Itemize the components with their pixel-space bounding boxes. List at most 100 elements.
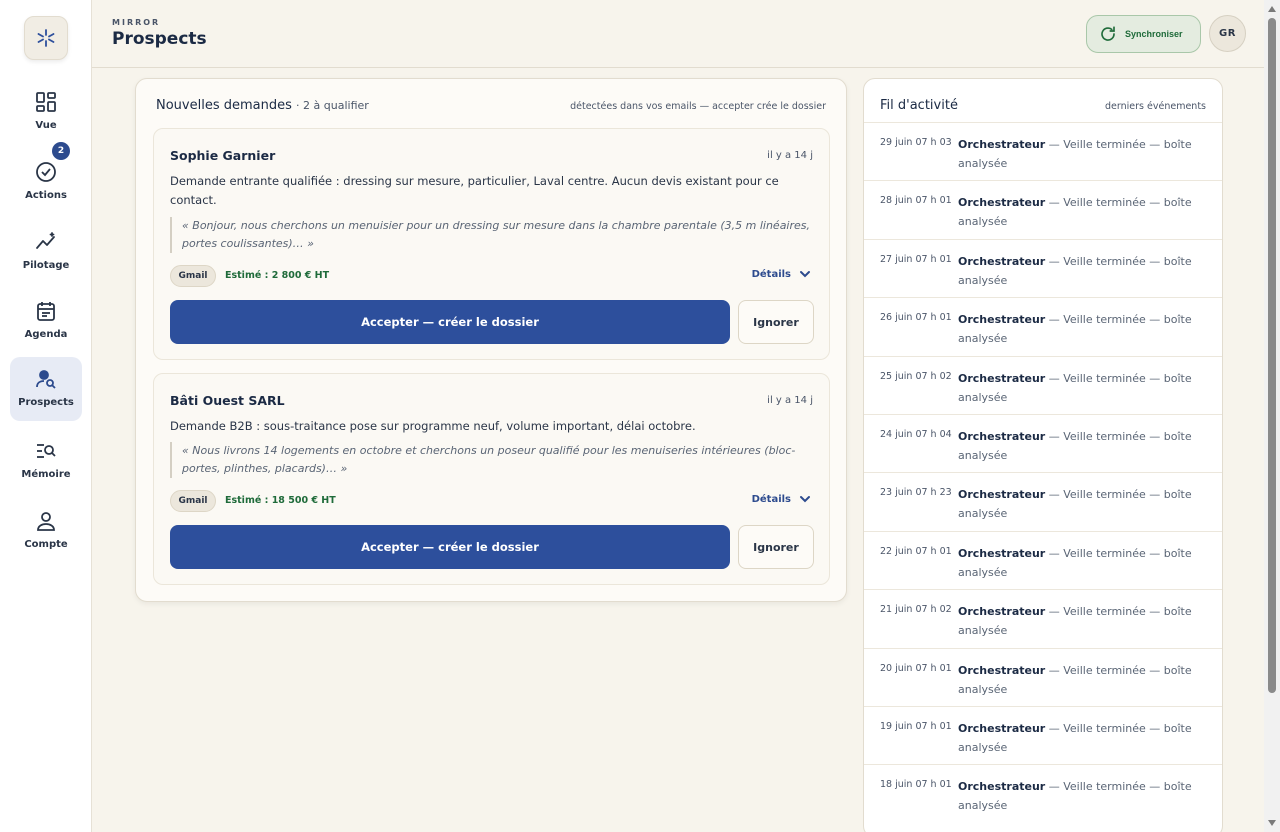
request-description: Demande B2B : sous-traitance pose sur pr… xyxy=(170,419,696,433)
activity-hint: derniers événements xyxy=(1105,101,1206,112)
request-card: Bâti Ouest SARL il y a 14 j Demande B2B … xyxy=(153,373,830,585)
activity-time: 20 juin 07 h 01 xyxy=(880,662,952,674)
activity-time: 29 juin 07 h 03 xyxy=(880,137,952,148)
scroll-down-arrow-icon[interactable] xyxy=(1268,820,1276,826)
details-label: Détails xyxy=(751,493,791,505)
page-title: Prospects xyxy=(112,29,207,49)
sidebar: Vue 2 Actions Pilotage Agenda Prospects xyxy=(0,0,92,832)
list-search-icon xyxy=(37,444,56,458)
activity-actor: Orchestrateur xyxy=(958,429,1046,443)
user-search-icon xyxy=(36,370,56,389)
estimate-label: Estimé : 2 800 € HT xyxy=(225,270,330,281)
activity-time: 28 juin 07 h 01 xyxy=(880,195,952,207)
activity-actor: Orchestrateur xyxy=(958,488,1046,502)
sidebar-item-pilotage[interactable]: Pilotage xyxy=(10,220,82,284)
requests-count: · 2 à qualifier xyxy=(296,99,369,112)
activity-text: Orchestrateur — Veille terminée — boîte … xyxy=(958,777,1208,815)
sidebar-item-label: Prospects xyxy=(18,397,74,408)
activity-text: Orchestrateur — Veille terminée — boîte … xyxy=(958,427,1208,465)
activity-text: Orchestrateur — Veille terminée — boîte … xyxy=(958,602,1208,640)
activity-item: 19 juin 07 h 01 Orchestrateur — Veille te… xyxy=(864,705,1222,764)
request-name: Sophie Garnier xyxy=(170,148,276,163)
requests-title: Nouvelles demandes xyxy=(156,98,292,113)
activity-list: 29 juin 07 h 03 Orchestrateur — Veille te… xyxy=(864,122,1222,823)
brand-name: MIRROR xyxy=(112,18,161,27)
user-icon xyxy=(37,512,55,531)
activity-time: 25 juin 07 h 02 xyxy=(880,370,952,382)
refresh-icon xyxy=(1101,26,1115,41)
sync-button-label: Synchroniser xyxy=(1125,29,1183,39)
accept-button[interactable]: Accepter — créer le dossier xyxy=(170,525,730,569)
avatar[interactable]: GR xyxy=(1209,15,1246,52)
page-scrollbar[interactable] xyxy=(1264,0,1280,832)
details-label: Détails xyxy=(751,268,791,280)
activity-item: 21 juin 07 h 02 Orchestrateur — Veille te… xyxy=(864,589,1222,647)
activity-time: 26 juin 07 h 01 xyxy=(880,312,952,324)
scroll-up-arrow-icon[interactable] xyxy=(1268,6,1276,12)
request-card: Sophie Garnier il y a 14 j Demande entra… xyxy=(153,128,830,360)
new-requests-panel: Nouvelles demandes · 2 à qualifier détec… xyxy=(135,78,847,602)
sync-button[interactable]: Synchroniser xyxy=(1086,15,1201,53)
activity-item: 29 juin 07 h 03 Orchestrateur — Veille te… xyxy=(864,122,1222,180)
activity-item: 22 juin 07 h 01 Orchestrateur — Veille te… xyxy=(864,530,1222,589)
activity-actor: Orchestrateur xyxy=(958,721,1046,735)
app-logo-button[interactable] xyxy=(24,16,68,60)
sidebar-item-label: Pilotage xyxy=(22,260,70,271)
activity-title: Fil d'activité xyxy=(880,98,958,113)
scrollbar-thumb[interactable] xyxy=(1268,18,1276,693)
activity-actor: Orchestrateur xyxy=(958,546,1046,560)
activity-item: 23 juin 07 h 23 Orchestrateur — Veille te… xyxy=(864,472,1222,530)
activity-text: Orchestrateur — Veille terminée — boîte … xyxy=(958,310,1208,348)
accept-button[interactable]: Accepter — créer le dossier xyxy=(170,300,730,344)
details-toggle[interactable]: Détails xyxy=(752,493,811,505)
activity-actor: Orchestrateur xyxy=(958,371,1046,385)
source-badge: Gmail xyxy=(170,490,216,512)
sparkle-logo-icon xyxy=(37,29,55,47)
request-description: Demande entrante qualifiée : dressing su… xyxy=(170,174,779,207)
activity-actor: Orchestrateur xyxy=(958,780,1046,794)
panel-title: Nouvelles demandes · 2 à qualifier xyxy=(156,98,369,113)
sidebar-item-prospects[interactable]: Prospects xyxy=(10,357,82,421)
sidebar-item-label: Actions xyxy=(25,190,67,201)
trend-sparkle-icon xyxy=(36,232,55,249)
sidebar-item-actions[interactable]: 2 Actions xyxy=(10,142,82,214)
request-name: Bâti Ouest SARL xyxy=(170,393,285,408)
activity-actor: Orchestrateur xyxy=(958,313,1046,327)
activity-actor: Orchestrateur xyxy=(958,196,1046,210)
chevron-down-icon xyxy=(800,271,810,278)
activity-item: 25 juin 07 h 02 Orchestrateur — Veille te… xyxy=(864,355,1222,414)
activity-text: Orchestrateur — Veille terminée — boîte … xyxy=(958,719,1208,757)
sidebar-item-agenda[interactable]: Agenda xyxy=(10,289,82,353)
activity-item: 26 juin 07 h 01 Orchestrateur — Veille te… xyxy=(864,297,1222,355)
activity-text: Orchestrateur — Veille terminée — boîte … xyxy=(958,485,1208,523)
activity-text: Orchestrateur — Veille terminée — boîte … xyxy=(958,544,1208,582)
activity-actor: Orchestrateur xyxy=(958,138,1046,151)
activity-item: 18 juin 07 h 01 Orchestrateur — Veille te… xyxy=(864,764,1222,822)
activity-item: 27 juin 07 h 01 Orchestrateur — Veille te… xyxy=(864,238,1222,297)
requests-hint: détectées dans vos emails — accepter cré… xyxy=(570,101,826,112)
sidebar-item-label: Mémoire xyxy=(21,469,71,480)
activity-actor: Orchestrateur xyxy=(958,663,1046,677)
activity-time: 18 juin 07 h 01 xyxy=(880,779,952,791)
sidebar-item-label: Compte xyxy=(24,539,68,550)
activity-item: 20 juin 07 h 01 Orchestrateur — Veille te… xyxy=(864,647,1222,706)
request-time: il y a 14 j xyxy=(767,150,813,161)
ignore-button[interactable]: Ignorer xyxy=(738,525,814,569)
activity-feed-panel: Fil d'activité derniers événements 29 ju… xyxy=(863,78,1223,832)
sidebar-item-compte[interactable]: Compte xyxy=(10,499,82,563)
details-toggle[interactable]: Détails xyxy=(752,268,811,280)
activity-time: 21 juin 07 h 02 xyxy=(880,604,952,616)
activity-time: 27 juin 07 h 01 xyxy=(880,253,952,265)
activity-item: 24 juin 07 h 04 Orchestrateur — Veille te… xyxy=(864,413,1222,472)
page-header: MIRROR Prospects Synchroniser GR xyxy=(92,0,1264,68)
sidebar-item-memoire[interactable]: Mémoire xyxy=(10,429,82,493)
sidebar-item-label: Vue xyxy=(35,120,57,131)
activity-time: 23 juin 07 h 23 xyxy=(880,487,952,499)
calendar-icon xyxy=(37,302,55,321)
ignore-button[interactable]: Ignorer xyxy=(738,300,814,344)
activity-text: Orchestrateur — Veille terminée — boîte … xyxy=(958,252,1208,290)
activity-text: Orchestrateur — Veille terminée — boîte … xyxy=(958,193,1208,231)
sidebar-item-label: Agenda xyxy=(24,329,68,340)
activity-item: 28 juin 07 h 01 Orchestrateur — Veille te… xyxy=(864,180,1222,238)
sidebar-item-vue[interactable]: Vue xyxy=(10,80,82,144)
